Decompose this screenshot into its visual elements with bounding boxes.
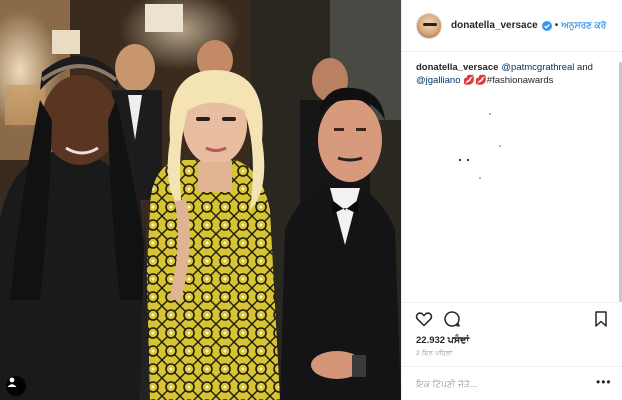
post-details-panel: donatella_versace • ਅਨੁਸਰਣ ਕਰੋ donatella… bbox=[401, 0, 622, 400]
comment-icon[interactable] bbox=[443, 310, 461, 328]
likes-count[interactable]: 22.932 ਪਸੰਦਾਂ bbox=[416, 335, 469, 346]
comment-input[interactable] bbox=[416, 376, 586, 392]
comment-row: ••• bbox=[402, 366, 622, 400]
tagged-user-icon[interactable] bbox=[6, 376, 26, 396]
bookmark-icon[interactable] bbox=[592, 310, 610, 328]
post-timestamp: 2 ਦਿਨ ਪਹਿਲਾਂ bbox=[416, 350, 453, 357]
more-options-icon[interactable]: ••• bbox=[596, 375, 612, 389]
person-glyph-icon bbox=[7, 377, 17, 387]
post-photo[interactable] bbox=[0, 0, 401, 400]
photo-illustration bbox=[0, 0, 401, 400]
heart-icon[interactable] bbox=[415, 310, 433, 328]
comment-area-artifacts bbox=[458, 113, 501, 179]
